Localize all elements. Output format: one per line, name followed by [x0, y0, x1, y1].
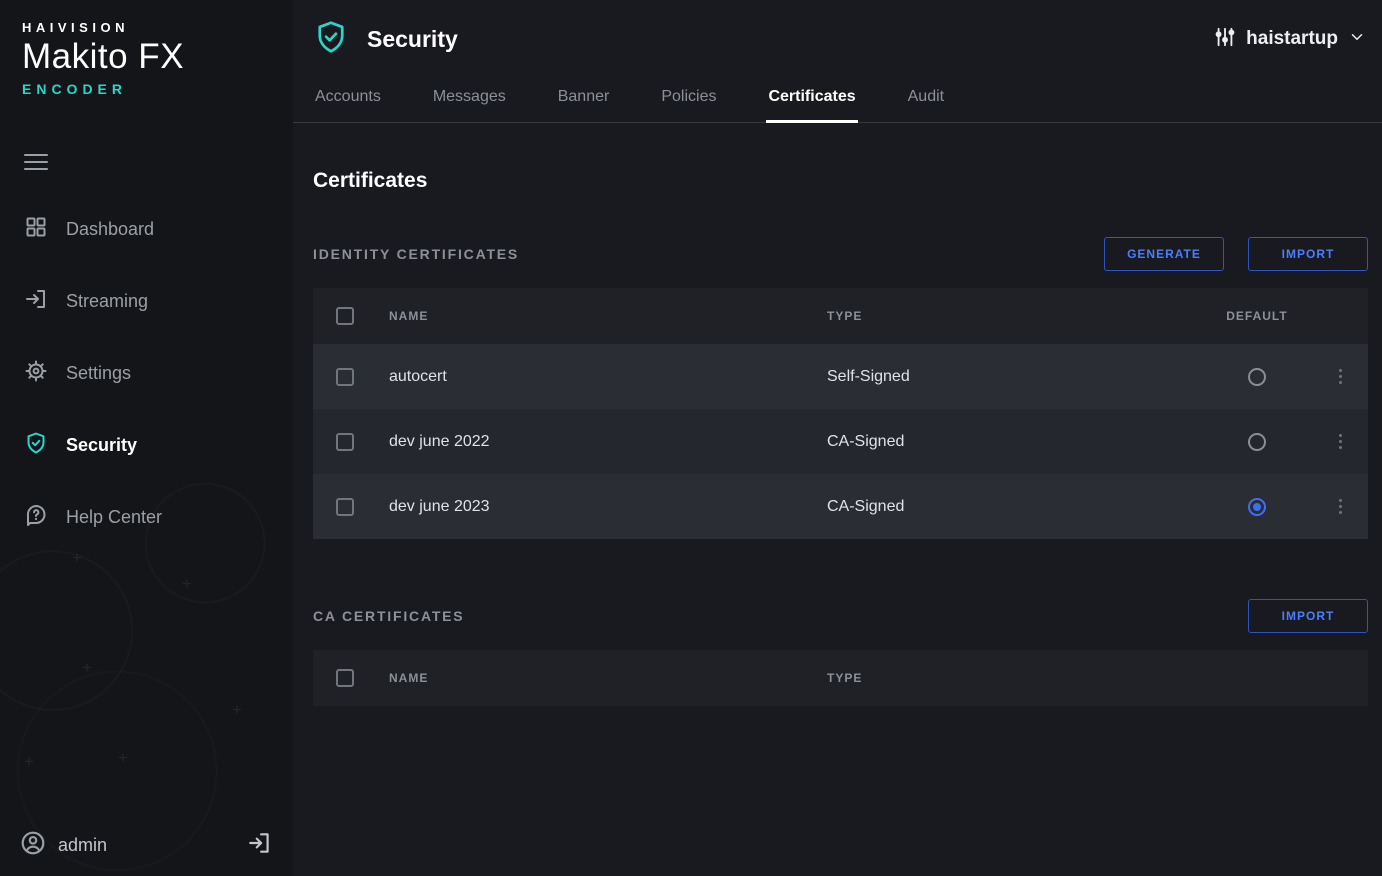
tab-certificates[interactable]: Certificates: [766, 78, 857, 122]
identity-table-header: NAME TYPE DEFAULT: [313, 288, 1368, 344]
tab-banner[interactable]: Banner: [556, 78, 612, 122]
help-icon: [24, 503, 48, 532]
brand-block: HAIVISION Makito FX ENCODER: [0, 0, 293, 97]
brand-product-name: Makito FX: [22, 37, 271, 77]
logout-icon[interactable]: [247, 830, 273, 861]
brand-haivision: HAIVISION: [22, 20, 271, 35]
sidebar-item-label: Help Center: [66, 507, 162, 528]
dashboard-icon: [24, 215, 48, 244]
decorative-plus: +: [182, 574, 192, 594]
kebab-menu-icon[interactable]: [1312, 434, 1368, 449]
chevron-down-icon: [1348, 28, 1366, 51]
settings-gear-icon: [24, 359, 48, 388]
column-header-type: TYPE: [827, 309, 1202, 323]
security-shield-icon: [24, 431, 48, 460]
ca-table-header: NAME TYPE: [313, 650, 1368, 706]
ca-section-title: CA CERTIFICATES: [313, 608, 464, 624]
brand-device-type: ENCODER: [22, 81, 271, 97]
sidebar-item-label: Streaming: [66, 291, 148, 312]
app-window: + + + + + + HAIVISION Makito FX ENCODER: [0, 0, 1382, 876]
ca-actions: IMPORT: [1248, 599, 1368, 633]
decorative-plus: +: [24, 752, 34, 772]
certificate-name[interactable]: autocert: [377, 368, 827, 386]
import-identity-button[interactable]: IMPORT: [1248, 237, 1368, 271]
logged-in-user: admin: [58, 835, 107, 856]
certificate-type: CA-Signed: [827, 498, 1202, 516]
account-name: haistartup: [1246, 28, 1338, 50]
default-radio[interactable]: [1248, 433, 1266, 451]
sidebar: + + + + + + HAIVISION Makito FX ENCODER: [0, 0, 293, 876]
security-shield-icon: [313, 19, 349, 60]
table-row[interactable]: dev june 2023 CA-Signed: [313, 474, 1368, 539]
sidebar-item-security[interactable]: Security: [0, 409, 293, 481]
default-radio-selected[interactable]: [1248, 498, 1266, 516]
sidebar-user-bar: admin: [0, 814, 293, 876]
page-title: Certificates: [313, 169, 1368, 193]
sidebar-item-label: Security: [66, 435, 137, 456]
streaming-icon: [24, 287, 48, 316]
sidebar-collapse-button[interactable]: [24, 149, 48, 175]
page-header: Security: [313, 19, 458, 60]
row-checkbox[interactable]: [336, 433, 354, 451]
main-area: Security haistartup: [293, 0, 1382, 876]
sidebar-item-settings[interactable]: Settings: [0, 337, 293, 409]
identity-section-header: IDENTITY CERTIFICATES GENERATE IMPORT: [313, 237, 1368, 271]
certificate-type: Self-Signed: [827, 368, 1202, 386]
account-menu[interactable]: haistartup: [1214, 26, 1366, 53]
ca-section-header: CA CERTIFICATES IMPORT: [313, 599, 1368, 633]
ca-certificates-table: NAME TYPE: [313, 650, 1368, 706]
certificate-type: CA-Signed: [827, 433, 1202, 451]
column-header-name: NAME: [377, 309, 827, 323]
sidebar-item-label: Dashboard: [66, 219, 154, 240]
column-header-type: TYPE: [827, 671, 1202, 685]
content: Certificates IDENTITY CERTIFICATES GENER…: [293, 123, 1382, 706]
default-radio[interactable]: [1248, 368, 1266, 386]
column-header-name: NAME: [377, 671, 827, 685]
tab-audit[interactable]: Audit: [906, 78, 946, 122]
sidebar-nav: Dashboard Streaming: [0, 193, 293, 553]
tab-accounts[interactable]: Accounts: [313, 78, 383, 122]
sidebar-item-help-center[interactable]: Help Center: [0, 481, 293, 553]
identity-section-title: IDENTITY CERTIFICATES: [313, 246, 519, 262]
sidebar-item-streaming[interactable]: Streaming: [0, 265, 293, 337]
decorative-plus: +: [118, 748, 128, 768]
decorative-plus: +: [82, 658, 92, 678]
column-header-default: DEFAULT: [1202, 309, 1312, 323]
row-checkbox[interactable]: [336, 368, 354, 386]
identity-certificates-table: NAME TYPE DEFAULT autocert Self-Signed: [313, 288, 1368, 539]
security-tabs: Accounts Messages Banner Policies Certif…: [293, 78, 1382, 123]
generate-button[interactable]: GENERATE: [1104, 237, 1224, 271]
kebab-menu-icon[interactable]: [1312, 499, 1368, 514]
row-checkbox[interactable]: [336, 498, 354, 516]
identity-actions: GENERATE IMPORT: [1104, 237, 1368, 271]
import-ca-button[interactable]: IMPORT: [1248, 599, 1368, 633]
select-all-checkbox[interactable]: [336, 307, 354, 325]
tab-policies[interactable]: Policies: [659, 78, 718, 122]
sliders-icon: [1214, 26, 1236, 53]
select-all-checkbox[interactable]: [336, 669, 354, 687]
sidebar-item-label: Settings: [66, 363, 131, 384]
page-header-title: Security: [367, 26, 458, 53]
topbar: Security haistartup: [293, 0, 1382, 78]
certificate-name[interactable]: dev june 2022: [377, 433, 827, 451]
tab-messages[interactable]: Messages: [431, 78, 508, 122]
user-avatar-icon: [20, 830, 46, 861]
table-row[interactable]: autocert Self-Signed: [313, 344, 1368, 409]
identity-table-body: autocert Self-Signed dev june 2022 CA-Si…: [313, 344, 1368, 539]
certificate-name[interactable]: dev june 2023: [377, 498, 827, 516]
table-row[interactable]: dev june 2022 CA-Signed: [313, 409, 1368, 474]
kebab-menu-icon[interactable]: [1312, 369, 1368, 384]
decorative-plus: +: [232, 700, 242, 720]
sidebar-item-dashboard[interactable]: Dashboard: [0, 193, 293, 265]
